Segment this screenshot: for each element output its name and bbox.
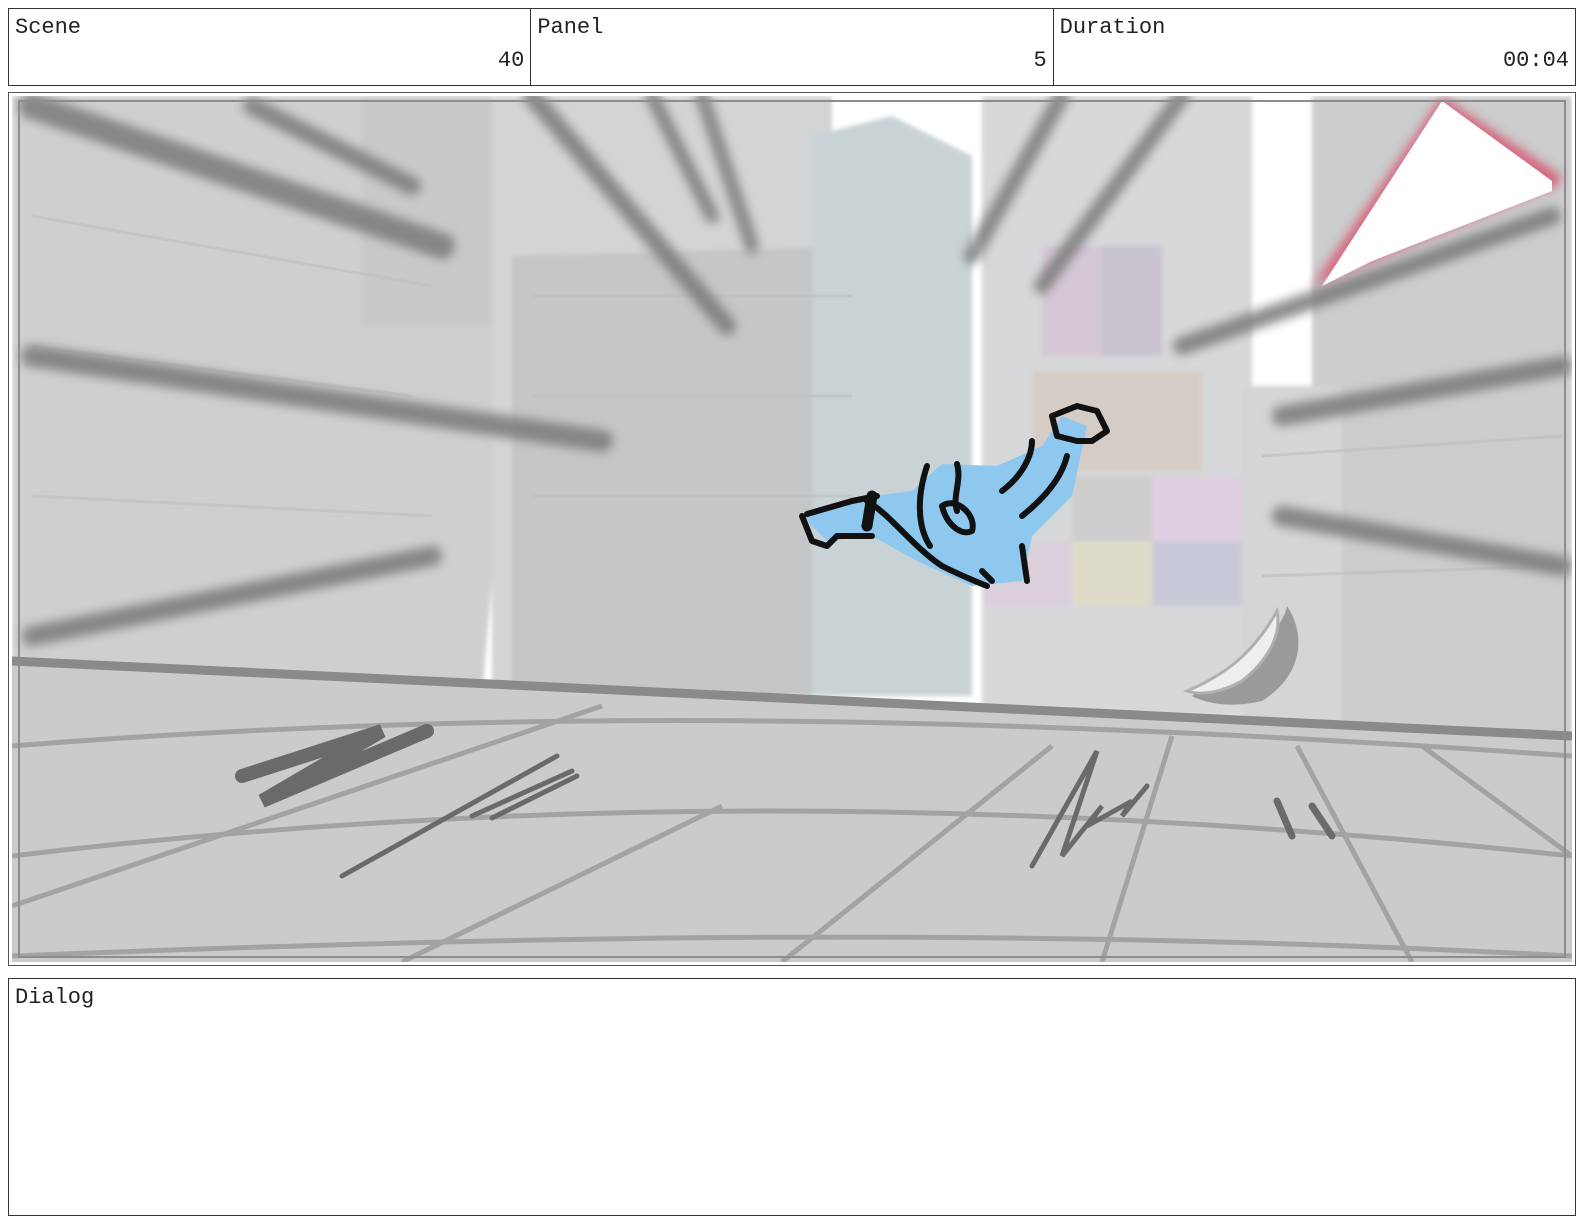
storyboard-panel-frame[interactable]: [8, 92, 1576, 966]
storyboard-sketch-image: [12, 96, 1572, 962]
duration-value: 00:04: [1502, 48, 1569, 73]
duration-field[interactable]: Duration 00:04: [1054, 9, 1575, 85]
panel-field[interactable]: Panel 5: [531, 9, 1054, 85]
dialog-label: Dialog: [15, 985, 95, 1010]
panel-info-header: Scene 40 Panel 5 Duration 00:04: [8, 8, 1576, 86]
panel-number: 5: [1033, 48, 1047, 73]
panel-label: Panel: [537, 15, 604, 40]
scene-label: Scene: [15, 15, 82, 40]
scene-field[interactable]: Scene 40: [9, 9, 532, 85]
duration-label: Duration: [1059, 15, 1166, 40]
dialog-box[interactable]: Dialog: [8, 978, 1576, 1216]
scene-number: 40: [497, 48, 525, 73]
